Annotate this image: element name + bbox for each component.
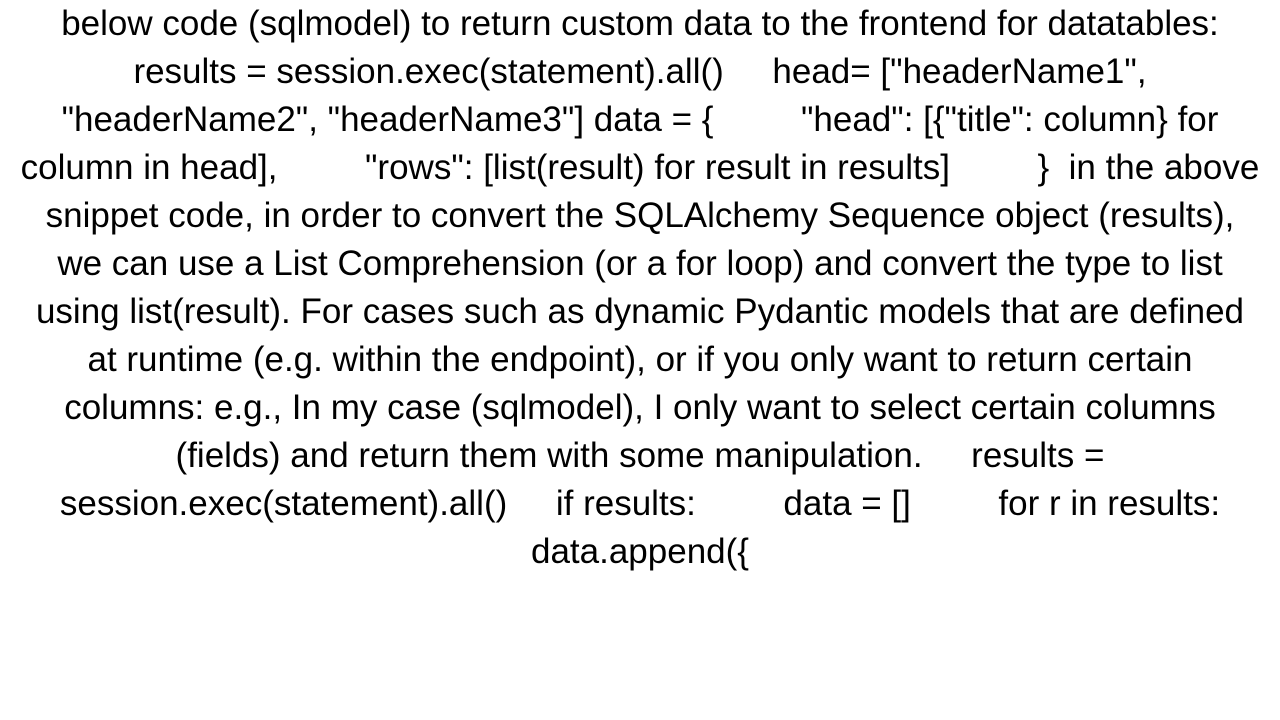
document-body: below code (sqlmodel) to return custom d…	[0, 0, 1280, 720]
